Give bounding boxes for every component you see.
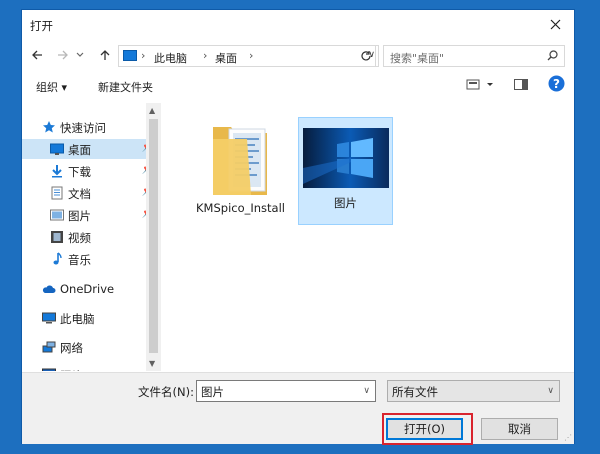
resize-grip[interactable]: ⋰	[564, 433, 572, 442]
breadcrumb-separator: ›	[141, 49, 146, 62]
arrow-right-icon	[58, 50, 68, 60]
network-icon	[42, 341, 56, 353]
preview-pane-icon	[514, 79, 528, 90]
filename-input[interactable]: 图片 ∨	[196, 380, 376, 402]
navigation-pane: 快速访问 桌面 📌 下载 📌 文档 📌 图片 📌 视频 音乐	[22, 103, 160, 371]
close-button[interactable]	[542, 12, 568, 36]
monitor-icon	[123, 50, 137, 61]
sidebar-item-label: 图片	[68, 209, 91, 223]
window-title: 打开	[30, 19, 53, 33]
sidebar-item-music[interactable]: 音乐	[22, 249, 158, 269]
file-name: 图片	[334, 196, 357, 210]
navigation-bar: › 此电脑 › 桌面 › ∨ 搜索"桌面"	[22, 40, 574, 70]
file-list: KMSpico_Install 图片	[161, 103, 574, 371]
refresh-button[interactable]	[356, 45, 376, 67]
sidebar-item-quick-access[interactable]: 快速访问	[22, 117, 158, 137]
file-item-kmspico-folder[interactable]: KMSpico_Install	[193, 109, 288, 217]
chevron-down-icon[interactable]: ∨	[363, 386, 370, 396]
sidebar-item-this-pc[interactable]: 此电脑	[22, 308, 158, 328]
cloud-icon	[42, 285, 56, 293]
sidebar-item-pictures[interactable]: 图片 📌	[22, 205, 158, 225]
computer-icon	[42, 312, 56, 324]
sidebar-item-photos[interactable]: 照片	[22, 365, 158, 371]
sidebar-item-documents[interactable]: 文档 📌	[22, 183, 158, 203]
scrollbar-thumb[interactable]	[149, 119, 158, 353]
view-icon	[466, 79, 493, 90]
refresh-icon	[360, 51, 371, 61]
download-icon	[52, 165, 62, 178]
search-box[interactable]: 搜索"桌面"	[383, 45, 565, 67]
file-item-pictures-image[interactable]: 图片	[298, 117, 393, 225]
search-icon[interactable]	[547, 50, 558, 64]
star-icon	[43, 121, 55, 133]
pictures-icon	[50, 209, 64, 221]
sidebar-item-label: 文档	[68, 187, 91, 201]
breadcrumb-separator: ›	[249, 49, 254, 62]
sidebar-item-downloads[interactable]: 下载 📌	[22, 161, 158, 181]
up-button[interactable]	[96, 46, 114, 64]
scroll-up-icon[interactable]: ▲	[149, 106, 155, 115]
open-button[interactable]: 打开(O)	[386, 418, 463, 440]
navigation-pane-scrollbar[interactable]: ▲ ▼	[146, 103, 161, 371]
arrow-up-icon	[100, 50, 110, 60]
chevron-down-icon[interactable]: ∨	[547, 386, 554, 396]
sidebar-item-label: 下载	[68, 165, 91, 179]
new-folder-button[interactable]: 新建文件夹	[98, 79, 153, 95]
sidebar-item-label: 快速访问	[60, 121, 106, 135]
svg-text:?: ?	[553, 77, 560, 91]
scroll-down-icon[interactable]: ▼	[149, 359, 155, 368]
arrow-left-icon	[32, 50, 42, 60]
search-placeholder: 搜索"桌面"	[390, 52, 445, 65]
organize-button[interactable]: 组织 ▾	[36, 79, 67, 95]
sidebar-item-network[interactable]: 网络	[22, 337, 158, 357]
forward-button[interactable]	[54, 46, 72, 64]
cancel-button[interactable]: 取消	[481, 418, 558, 440]
desktop-icon	[50, 143, 64, 155]
dialog-footer: 文件名(N): 图片 ∨ 所有文件 ∨ 打开(O) 取消 ⋰	[22, 372, 574, 445]
file-name: KMSpico_Install	[196, 201, 285, 215]
filename-label: 文件名(N):	[138, 385, 194, 399]
file-type-select[interactable]: 所有文件 ∨	[387, 380, 560, 402]
folder-icon	[213, 127, 267, 195]
sidebar-item-label: 网络	[60, 341, 83, 355]
address-bar[interactable]: › 此电脑 › 桌面 › ∨	[118, 45, 379, 67]
sidebar-item-label: 音乐	[68, 253, 91, 267]
close-icon	[550, 19, 560, 29]
sidebar-item-label: 视频	[68, 231, 91, 245]
sidebar-item-label: 桌面	[68, 143, 91, 157]
filename-value: 图片	[201, 385, 224, 399]
windows-wallpaper-thumbnail	[303, 128, 389, 188]
title-bar: 打开	[22, 10, 574, 40]
video-icon	[51, 231, 63, 243]
toolbar: 组织 ▾ 新建文件夹 ?	[22, 72, 574, 100]
chevron-down-icon	[76, 52, 84, 57]
breadcrumb-separator: ›	[203, 49, 208, 62]
sidebar-item-onedrive[interactable]: OneDrive	[22, 279, 158, 299]
sidebar-item-label: 照片	[60, 368, 83, 371]
file-type-value: 所有文件	[392, 385, 438, 399]
preview-pane-button[interactable]	[514, 77, 528, 94]
document-icon	[51, 186, 63, 200]
photos-icon	[42, 368, 56, 371]
breadcrumb-computer[interactable]: 此电脑	[154, 50, 187, 66]
back-button[interactable]	[28, 46, 46, 64]
help-button[interactable]: ?	[548, 75, 565, 95]
sidebar-item-videos[interactable]: 视频	[22, 227, 158, 247]
sidebar-item-label: 此电脑	[60, 312, 95, 326]
open-file-dialog: 打开 › 此电脑 › 桌面 › ∨ 搜索"桌面" 组织 ▾ 新建文件夹 ? 快速…	[21, 9, 575, 445]
breadcrumb-desktop[interactable]: 桌面	[215, 50, 237, 66]
view-options-button[interactable]	[466, 77, 496, 96]
music-icon	[53, 252, 62, 265]
recent-locations-button[interactable]	[74, 46, 86, 64]
sidebar-item-desktop[interactable]: 桌面 📌	[22, 139, 158, 159]
help-icon: ?	[548, 75, 565, 92]
sidebar-item-label: OneDrive	[60, 282, 115, 296]
